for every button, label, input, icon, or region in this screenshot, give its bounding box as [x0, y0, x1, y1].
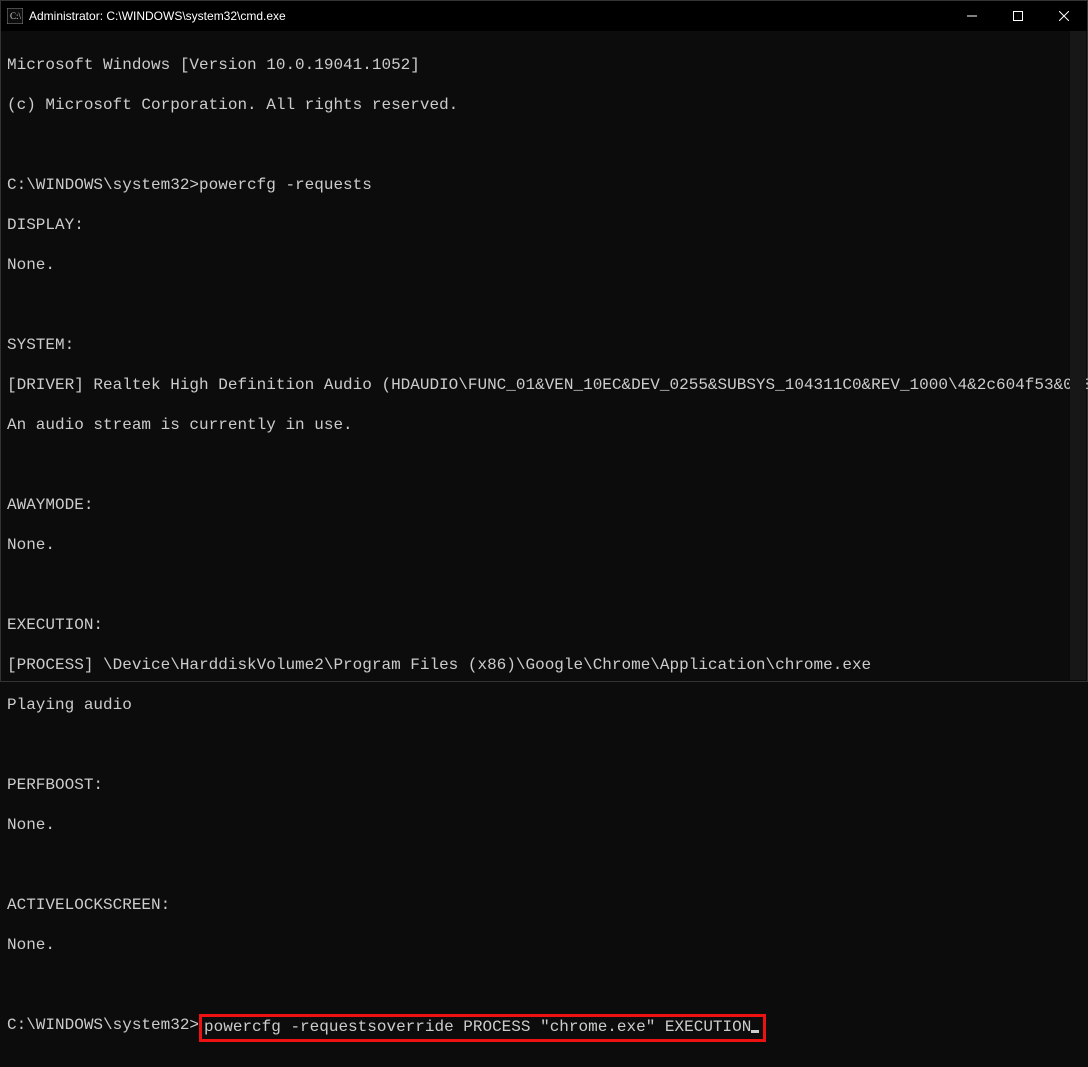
prompt: C:\WINDOWS\system32> — [7, 1015, 199, 1043]
prompt: C:\WINDOWS\system32> — [7, 176, 199, 194]
version-line: Microsoft Windows [Version 10.0.19041.10… — [7, 55, 1081, 75]
section-execution: EXECUTION: — [7, 615, 1081, 635]
title-bar: C:\ Administrator: C:\WINDOWS\system32\c… — [1, 1, 1087, 31]
system-driver-line: [DRIVER] Realtek High Definition Audio (… — [7, 375, 1081, 395]
output-none: None. — [7, 535, 1081, 555]
current-prompt-line: C:\WINDOWS\system32> powercfg -requestsov… — [7, 1015, 1081, 1043]
highlighted-command: powercfg -requestsoverride PROCESS "chro… — [199, 1014, 766, 1042]
close-button[interactable] — [1041, 1, 1087, 31]
output-none: None. — [7, 935, 1081, 955]
section-system: SYSTEM: — [7, 335, 1081, 355]
section-display: DISPLAY: — [7, 215, 1081, 235]
text-cursor — [751, 1030, 759, 1033]
exec-process-line: [PROCESS] \Device\HarddiskVolume2\Progra… — [7, 655, 1081, 675]
section-activelockscreen: ACTIVELOCKSCREEN: — [7, 895, 1081, 915]
section-awaymode: AWAYMODE: — [7, 495, 1081, 515]
exec-msg-line: Playing audio — [7, 695, 1081, 715]
minimize-button[interactable] — [949, 1, 995, 31]
system-msg-line: An audio stream is currently in use. — [7, 415, 1081, 435]
cmd-icon: C:\ — [7, 8, 23, 24]
command-text: powercfg -requestsoverride PROCESS "chro… — [204, 1018, 751, 1036]
maximize-button[interactable] — [995, 1, 1041, 31]
terminal-output[interactable]: Microsoft Windows [Version 10.0.19041.10… — [1, 31, 1087, 1067]
output-none: None. — [7, 815, 1081, 835]
section-perfboost: PERFBOOST: — [7, 775, 1081, 795]
copyright-line: (c) Microsoft Corporation. All rights re… — [7, 95, 1081, 115]
command-text: powercfg -requests — [199, 176, 372, 194]
window-title: Administrator: C:\WINDOWS\system32\cmd.e… — [29, 9, 286, 23]
vertical-scrollbar[interactable] — [1070, 31, 1086, 680]
output-none: None. — [7, 255, 1081, 275]
svg-text:C:\: C:\ — [10, 11, 22, 21]
